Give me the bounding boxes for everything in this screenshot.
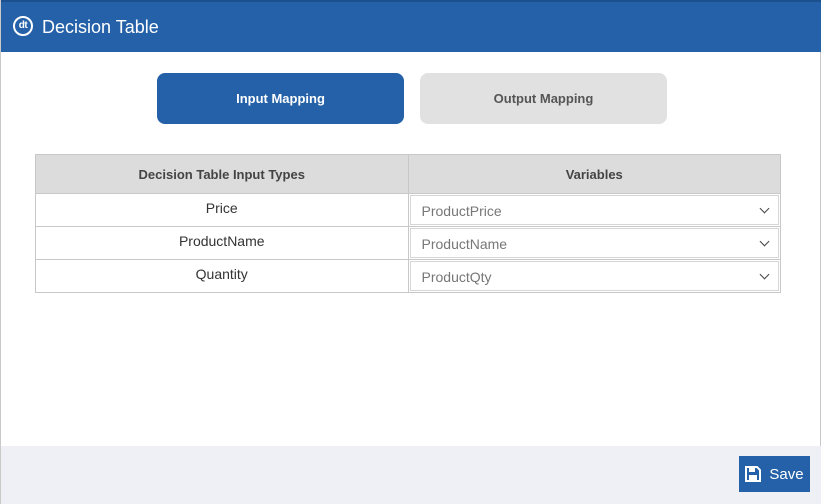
input-type-cell: ProductName <box>35 226 409 260</box>
column-header-input-types: Decision Table Input Types <box>35 154 409 194</box>
window-title: Decision Table <box>42 17 159 37</box>
dialog-footer: Save <box>1 446 821 504</box>
variable-select[interactable]: ProductName <box>409 228 779 258</box>
chevron-down-icon <box>759 203 770 214</box>
variable-select[interactable]: ProductQty <box>409 261 779 291</box>
input-type-cell: Quantity <box>35 259 409 293</box>
chevron-down-icon <box>759 236 770 247</box>
table-row: Quantity ProductQty <box>35 259 781 293</box>
tab-input-mapping[interactable]: Input Mapping <box>157 73 404 124</box>
app-logo-text: dt <box>18 20 28 31</box>
input-type-label: Quantity <box>195 266 248 282</box>
mapping-tabs: Input Mapping Output Mapping <box>157 73 667 124</box>
variable-cell: ProductQty <box>407 259 781 293</box>
input-type-label: Price <box>205 200 238 216</box>
app-logo-icon: dt <box>13 16 33 36</box>
title-bar: dt Decision Table <box>1 0 821 52</box>
decision-table-dialog: dt Decision Table Input Mapping Output M… <box>0 0 821 504</box>
chevron-down-icon <box>759 269 770 280</box>
variable-cell: ProductPrice <box>407 193 781 227</box>
variable-select[interactable]: ProductPrice <box>409 195 779 225</box>
input-type-cell: Price <box>35 193 409 227</box>
tab-output-mapping[interactable]: Output Mapping <box>420 73 667 124</box>
input-mapping-table: Decision Table Input Types Variables Pri… <box>35 154 781 293</box>
save-icon <box>745 466 762 482</box>
variable-select-value: ProductQty <box>421 269 492 285</box>
table-row: ProductName ProductName <box>35 226 781 260</box>
column-header-variables: Variables <box>407 154 781 194</box>
save-button-label: Save <box>769 465 804 483</box>
table-row: Price ProductPrice <box>35 193 781 227</box>
input-type-label: ProductName <box>178 233 265 249</box>
variable-select-value: ProductPrice <box>421 203 502 219</box>
variable-cell: ProductName <box>407 226 781 260</box>
table-header-row: Decision Table Input Types Variables <box>35 154 781 194</box>
variable-select-value: ProductName <box>421 236 508 252</box>
save-button[interactable]: Save <box>739 456 810 492</box>
